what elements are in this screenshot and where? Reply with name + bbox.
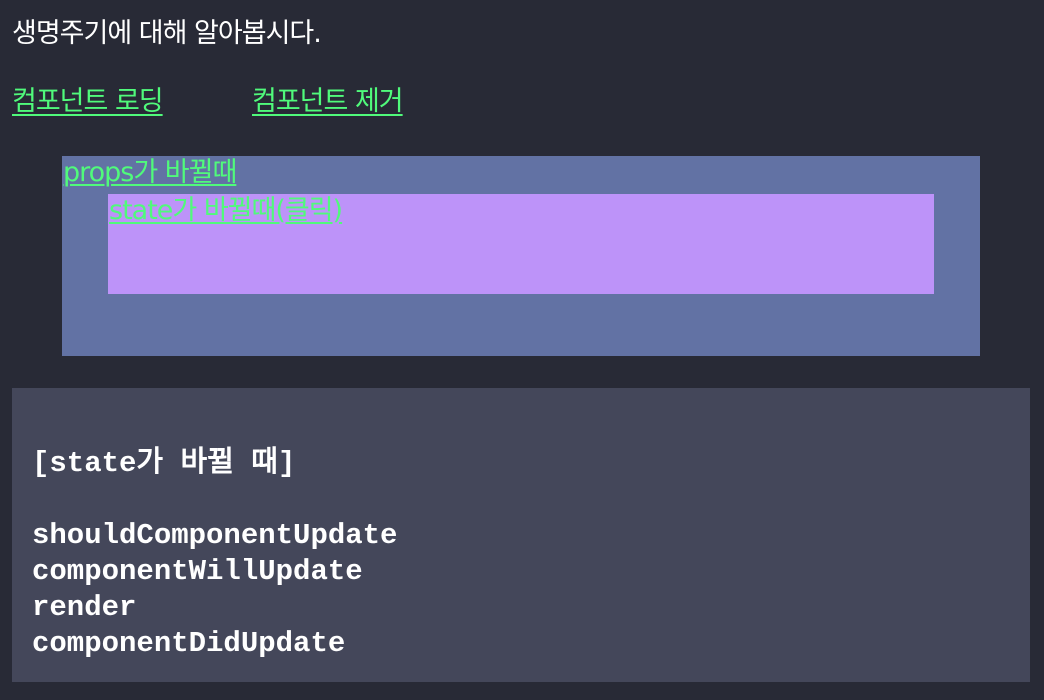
log-line: componentWillUpdate	[32, 555, 363, 588]
props-change-link[interactable]: props가 바뀔때	[63, 156, 237, 190]
lifecycle-log: [state가 바뀔 때] shouldComponentUpdate compon…	[32, 446, 397, 662]
state-change-box[interactable]: state가 바뀔때(클릭)	[108, 194, 934, 294]
state-change-link[interactable]: state가 바뀔때(클릭)	[109, 194, 343, 228]
log-line: render	[32, 591, 137, 624]
component-load-link[interactable]: 컴포넌트 로딩	[12, 82, 164, 122]
log-line: shouldComponentUpdate	[32, 519, 398, 552]
page-title: 생명주기에 대해 알아봅시다.	[12, 18, 322, 49]
log-line: componentDidUpdate	[32, 627, 346, 660]
lifecycle-log-panel: [state가 바뀔 때] shouldComponentUpdate compon…	[12, 388, 1030, 682]
log-spacer	[32, 482, 397, 518]
log-heading: [state가 바뀔 때]	[32, 447, 296, 480]
component-remove-link[interactable]: 컴포넌트 제거	[252, 82, 404, 122]
props-change-box: props가 바뀔때 state가 바뀔때(클릭)	[62, 156, 980, 356]
